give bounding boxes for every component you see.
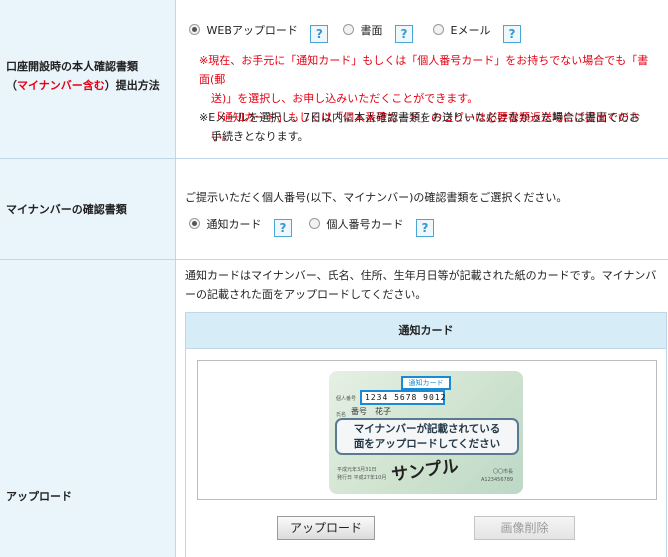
individual-number-card-label: 個人番号カード xyxy=(326,218,404,231)
option-individual-number-card[interactable]: 個人番号カード ? xyxy=(309,216,434,237)
note-red-line2: 送)」を選択し、お申し込みいただくことができます。 xyxy=(211,92,479,105)
submission-method-heading-line1: 口座開設時の本人確認書類 xyxy=(6,60,138,73)
option-email[interactable]: Eメール ? xyxy=(433,22,521,43)
delete-image-button[interactable]: 画像削除 xyxy=(474,516,575,540)
sample-card-image: 通知カード 個人番号 1234 5678 9012 氏名 番号 花子 マイナンバ… xyxy=(329,371,523,494)
web-upload-help-icon[interactable]: ? xyxy=(310,25,329,43)
card-footer-right-2: A123456789 xyxy=(481,477,514,483)
upload-desc-line2: ーの記載された面をアップロードしてください。 xyxy=(185,288,427,301)
card-footer-left-1: 平成元年3月31日 xyxy=(337,467,377,473)
card-top-label: 通知カード xyxy=(401,376,451,390)
upload-row: アップロード 通知カードはマイナンバー、氏名、住所、生年月日等が記載された紙のカ… xyxy=(0,260,668,557)
upload-button[interactable]: アップロード xyxy=(277,516,375,540)
upload-heading-text: アップロード xyxy=(6,490,72,503)
mynumber-instruction: ご提示いただく個人番号(以下、マイナンバー)の確認書類をご選択ください。 xyxy=(185,191,568,204)
submission-method-row: 口座開設時の本人確認書類 （マイナンバー含む）提出方法 WEBアップロード ? … xyxy=(0,0,668,159)
note-black-line1: ※Eメールを選択し、7日以内に本人確認書類をお送りいただけなかった場合は書面での… xyxy=(199,111,641,124)
sample-watermark: サンプル xyxy=(390,456,460,486)
paren-open: （ xyxy=(6,79,17,92)
mynumber-included-text: マイナンバー含む xyxy=(17,79,105,92)
paper-help-icon[interactable]: ? xyxy=(395,25,413,43)
upload-desc-line1: 通知カードはマイナンバー、氏名、住所、生年月日等が記載された紙のカードです。マイ… xyxy=(185,269,657,282)
paper-label: 書面 xyxy=(360,24,383,37)
card-footer-left: 平成元年3月31日 発行日 平成27年10月 xyxy=(337,466,386,482)
card-footer-left-2: 発行日 平成27年10月 xyxy=(337,475,387,481)
card-footer-right-1: 〇〇市長 xyxy=(493,469,514,475)
submission-method-heading: 口座開設時の本人確認書類 （マイナンバー含む）提出方法 xyxy=(0,0,176,158)
panel-title: 通知カード xyxy=(186,313,666,349)
card-number-label: 個人番号 xyxy=(336,396,357,402)
email-option-note: ※Eメールを選択し、7日以内に本人確認書類をお送りいただけなかった場合は書面での… xyxy=(199,108,659,146)
individual-number-card-help-icon[interactable]: ? xyxy=(416,219,434,237)
callout-line2: 面をアップロードしてください xyxy=(353,438,501,450)
notification-card-radio[interactable] xyxy=(189,218,200,229)
mynumber-document-content: ご提示いただく個人番号(以下、マイナンバー)の確認書類をご選択ください。 通知カ… xyxy=(177,159,668,259)
option-notification-card[interactable]: 通知カード ? xyxy=(189,216,292,237)
card-footer-right: 〇〇市長 A123456789 xyxy=(481,468,513,484)
web-upload-radio[interactable] xyxy=(189,24,200,35)
email-help-icon[interactable]: ? xyxy=(502,25,521,43)
card-name-label: 氏名 xyxy=(336,412,347,418)
upload-instruction-callout: マイナンバーが記載されている 面をアップロードしてください xyxy=(335,418,519,455)
web-upload-label: WEBアップロード xyxy=(206,24,298,37)
note-black-line2: 手続きとなります。 xyxy=(211,130,309,143)
note-red-line1: ※現在、お手元に「通知カード」もしくは「個人番号カード」をお持ちでない場合でも「… xyxy=(199,54,649,86)
mynumber-document-row: マイナンバーの確認書類 ご提示いただく個人番号(以下、マイナンバー)の確認書類を… xyxy=(0,159,668,260)
upload-content: 通知カードはマイナンバー、氏名、住所、生年月日等が記載された紙のカードです。マイ… xyxy=(177,260,668,557)
email-label: Eメール xyxy=(450,24,491,37)
email-radio[interactable] xyxy=(433,24,444,35)
image-preview-frame: 通知カード 個人番号 1234 5678 9012 氏名 番号 花子 マイナンバ… xyxy=(197,360,657,500)
upload-description: 通知カードはマイナンバー、氏名、住所、生年月日等が記載された紙のカードです。マイ… xyxy=(185,266,656,304)
paper-radio[interactable] xyxy=(343,24,354,35)
option-paper[interactable]: 書面 ? xyxy=(343,22,413,43)
notification-card-panel: 通知カード 通知カード 個人番号 1234 5678 9012 氏名 番号 花子… xyxy=(185,312,667,557)
mynumber-document-heading: マイナンバーの確認書類 xyxy=(0,159,176,259)
individual-number-card-radio[interactable] xyxy=(309,218,320,229)
submission-method-content: WEBアップロード ? 書面 ? Eメール ? ※現在、お手元に「通知カード」も… xyxy=(177,0,668,158)
upload-heading: アップロード xyxy=(0,260,176,557)
notification-card-help-icon[interactable]: ? xyxy=(274,219,292,237)
card-number: 1234 5678 9012 xyxy=(360,390,445,405)
notification-card-label: 通知カード xyxy=(206,218,262,231)
callout-line1: マイナンバーが記載されている xyxy=(353,423,501,435)
card-name: 番号 花子 xyxy=(351,407,391,416)
option-web-upload[interactable]: WEBアップロード ? xyxy=(189,22,329,43)
heading-suffix: ）提出方法 xyxy=(104,79,160,92)
submission-method-heading-line2: （マイナンバー含む）提出方法 xyxy=(6,76,160,95)
